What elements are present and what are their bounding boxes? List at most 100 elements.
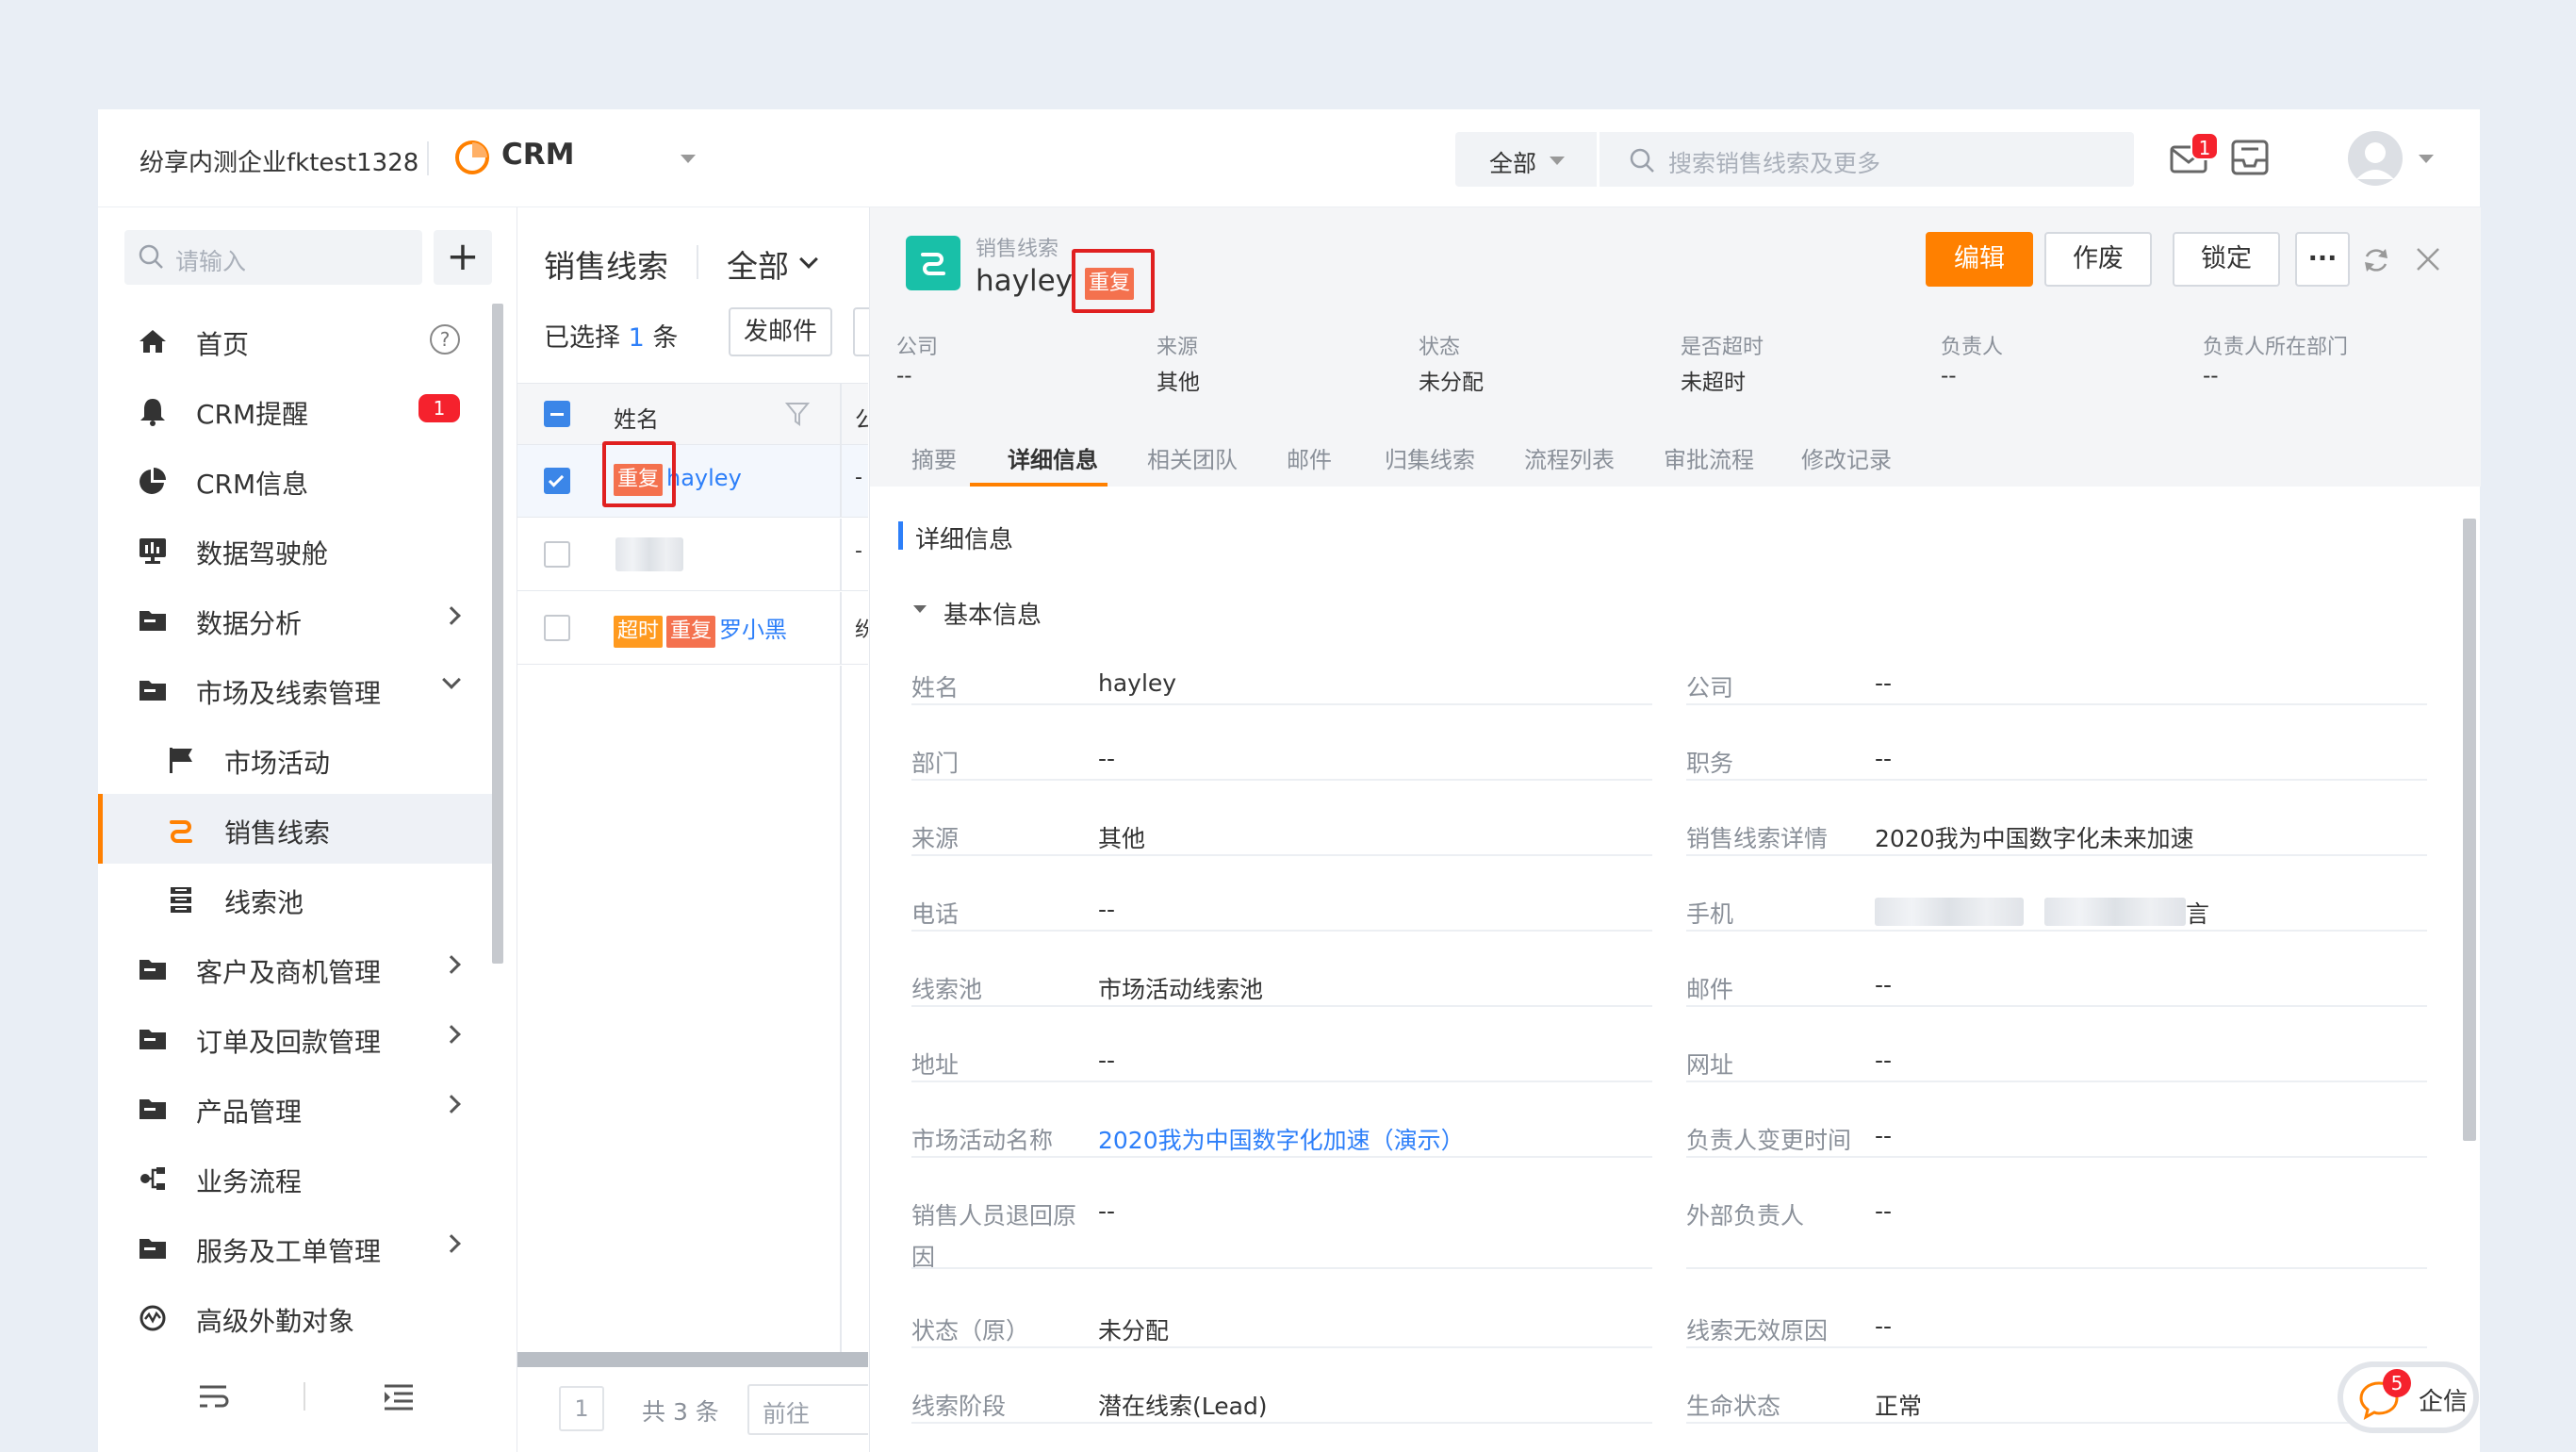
more-button[interactable]: ··· bbox=[2295, 232, 2350, 287]
detail-tabs: 摘要 详细信息 相关团队 邮件 归集线索 流程列表 审批流程 修改记录 bbox=[870, 422, 2481, 487]
column-header-name[interactable]: 姓名 bbox=[614, 401, 659, 434]
collapse-group-icon[interactable] bbox=[913, 605, 927, 613]
search-scope-select[interactable]: 全部 bbox=[1489, 145, 1536, 179]
app-switcher-chevron-icon[interactable] bbox=[681, 155, 696, 163]
send-mail-button[interactable]: 发邮件 bbox=[729, 307, 832, 356]
field-value: -- bbox=[1875, 1197, 1893, 1225]
tab-related-team[interactable]: 相关团队 bbox=[1147, 441, 1238, 474]
field-label: 线索阶段 bbox=[911, 1393, 1007, 1420]
field-value[interactable]: 2020我为中国数字化加速（演示） bbox=[1098, 1122, 1465, 1156]
sidebar-item-crm-info[interactable]: CRM信息 bbox=[98, 445, 494, 515]
sidebar-item-field-objects[interactable]: 高级外勤对象 bbox=[98, 1282, 494, 1352]
chevron-right-icon bbox=[442, 1025, 461, 1044]
tab-email[interactable]: 邮件 bbox=[1287, 441, 1332, 474]
chevron-down-icon[interactable] bbox=[799, 250, 818, 269]
lock-button[interactable]: 锁定 bbox=[2173, 232, 2280, 287]
sidebar-item-sales-leads[interactable]: 销售线索 bbox=[98, 794, 494, 864]
sidebar-item-market-leads[interactable]: 市场及线索管理 bbox=[98, 654, 494, 724]
sidebar-item-orders-payments[interactable]: 订单及回款管理 bbox=[98, 1003, 494, 1073]
field-divider bbox=[911, 930, 1652, 932]
sidebar-item-label: 业务流程 bbox=[196, 1166, 303, 1197]
help-icon[interactable]: ? bbox=[430, 324, 460, 355]
sidebar-item-label: 客户及商机管理 bbox=[196, 957, 382, 988]
close-icon[interactable] bbox=[2414, 245, 2442, 273]
sidebar-item-label: 销售线索 bbox=[224, 817, 331, 849]
field-divider bbox=[911, 1346, 1652, 1348]
record-name: hayley bbox=[976, 264, 1074, 298]
sidebar-item-crm-reminder[interactable]: CRM提醒 1 bbox=[98, 375, 494, 445]
select-all-checkbox[interactable] bbox=[544, 401, 570, 427]
filter-icon[interactable] bbox=[785, 401, 810, 427]
tab-summary[interactable]: 摘要 bbox=[911, 441, 957, 474]
summary-value: 其他 bbox=[1157, 371, 1200, 395]
lead-list-panel: 销售线索 全部 已选择 1 条 发邮件 姓名 公 重复 hayley - - 超时… bbox=[517, 207, 872, 1452]
field-value: 未分配 bbox=[1098, 1317, 1170, 1345]
search-icon bbox=[1630, 148, 1654, 173]
sidebar-item-data-cockpit[interactable]: 数据驾驶舱 bbox=[98, 515, 494, 585]
column-header-next[interactable]: 公 bbox=[855, 401, 868, 434]
sidebar-item-service-tickets[interactable]: 服务及工单管理 bbox=[98, 1213, 494, 1282]
menu-toggle-icon[interactable] bbox=[383, 1382, 415, 1411]
group-title[interactable]: 基本信息 bbox=[943, 596, 1042, 631]
page-number-button[interactable]: 1 bbox=[559, 1386, 604, 1431]
sidebar-item-lead-pool[interactable]: 线索池 bbox=[98, 864, 494, 933]
row-checkbox[interactable] bbox=[544, 468, 570, 494]
tab-details[interactable]: 详细信息 bbox=[1008, 441, 1098, 474]
sidebar-search-input[interactable]: 请输入 bbox=[124, 230, 422, 285]
summary-status: 状态 未分配 bbox=[1419, 330, 1484, 396]
sidebar-item-data-analysis[interactable]: 数据分析 bbox=[98, 585, 494, 654]
inbox-icon[interactable] bbox=[2228, 136, 2272, 179]
table-row[interactable]: - bbox=[517, 519, 868, 591]
home-icon bbox=[139, 330, 166, 353]
table-row[interactable]: 重复 hayley - bbox=[517, 441, 868, 518]
user-menu-chevron-icon[interactable] bbox=[2419, 155, 2434, 163]
list-title: 销售线索 bbox=[544, 248, 668, 285]
global-search-input[interactable]: 搜索销售线索及更多 bbox=[1668, 145, 1880, 179]
detail-scrollbar[interactable] bbox=[2463, 519, 2476, 1141]
sidebar-item-business-flow[interactable]: 业务流程 bbox=[98, 1143, 494, 1213]
row-checkbox[interactable] bbox=[544, 541, 570, 568]
annotation-highlight bbox=[602, 441, 676, 507]
summary-value: -- bbox=[2203, 364, 2219, 388]
app-switcher[interactable]: CRM bbox=[501, 138, 574, 172]
scope-chevron-icon[interactable] bbox=[1550, 157, 1565, 165]
list-scope-select[interactable]: 全部 bbox=[727, 241, 789, 287]
add-button[interactable]: + bbox=[434, 230, 492, 285]
lead-name-link[interactable]: 罗小黑 bbox=[719, 617, 787, 643]
tab-flow-list[interactable]: 流程列表 bbox=[1524, 441, 1615, 474]
goto-page-input[interactable]: 前往 bbox=[747, 1384, 868, 1435]
tab-change-log[interactable]: 修改记录 bbox=[1801, 441, 1892, 474]
summary-source: 来源 其他 bbox=[1157, 330, 1200, 396]
mail-badge: 1 bbox=[2190, 132, 2219, 160]
edit-button[interactable]: 编辑 bbox=[1926, 232, 2033, 287]
sidebar-item-home[interactable]: 首页 ? bbox=[98, 305, 494, 375]
lead-name-link[interactable]: hayley bbox=[666, 465, 742, 491]
qixin-badge: 5 bbox=[2383, 1369, 2411, 1397]
pagination: 1 共 3 条 前往 bbox=[517, 1367, 868, 1452]
horizontal-scrollbar[interactable] bbox=[517, 1352, 868, 1367]
collapse-icon[interactable] bbox=[198, 1382, 230, 1411]
field-label: 电话 bbox=[911, 900, 960, 928]
field-divider bbox=[911, 1156, 1652, 1158]
refresh-icon[interactable] bbox=[2361, 245, 2391, 275]
goto-placeholder: 前往 bbox=[763, 1400, 811, 1427]
sidebar-item-label: 线索池 bbox=[224, 887, 304, 918]
sidebar-item-customer-opportunity[interactable]: 客户及商机管理 bbox=[98, 933, 494, 1003]
table-row[interactable]: 超时 重复 罗小黑 纷 bbox=[517, 592, 868, 665]
row-checkbox[interactable] bbox=[544, 615, 570, 641]
redacted-value bbox=[1875, 898, 2024, 926]
sidebar-item-product[interactable]: 产品管理 bbox=[98, 1073, 494, 1143]
sidebar-search-placeholder: 请输入 bbox=[175, 248, 247, 275]
void-button[interactable]: 作废 bbox=[2044, 232, 2152, 287]
avatar[interactable] bbox=[2347, 130, 2404, 187]
sidebar-scrollbar[interactable] bbox=[492, 304, 503, 964]
sidebar-item-marketing-activity[interactable]: 市场活动 bbox=[98, 724, 494, 794]
field-label: 线索无效原因 bbox=[1686, 1317, 1829, 1345]
summary-overdue: 是否超时 未超时 bbox=[1681, 330, 1764, 396]
tab-approval-flow[interactable]: 审批流程 bbox=[1664, 441, 1754, 474]
tab-merged-leads[interactable]: 归集线索 bbox=[1385, 441, 1475, 474]
chevron-right-icon bbox=[442, 955, 461, 974]
field-label: 地址 bbox=[911, 1051, 960, 1079]
search-icon bbox=[139, 244, 163, 269]
qixin-chat-button[interactable]: 5 企信 bbox=[2338, 1361, 2479, 1433]
